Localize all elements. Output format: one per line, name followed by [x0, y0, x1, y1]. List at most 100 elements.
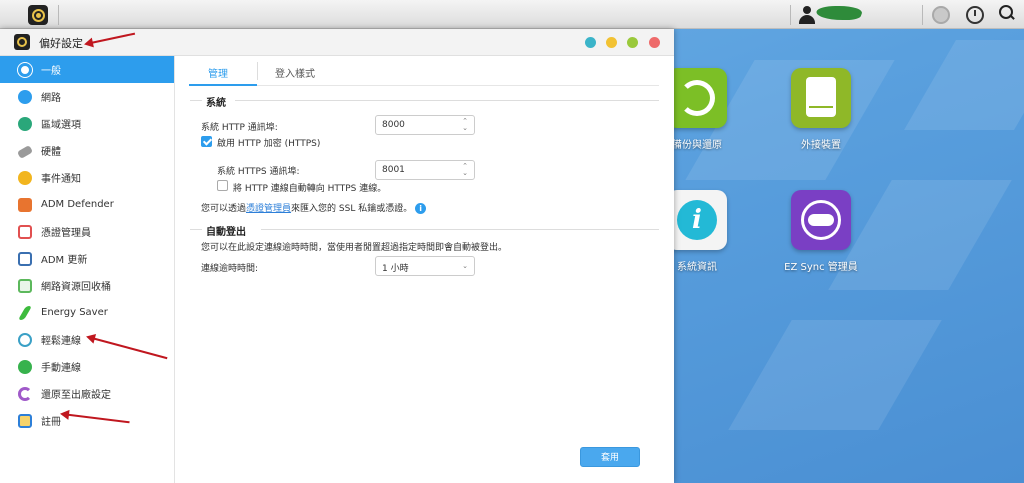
- window-title: 偏好設定: [39, 37, 83, 50]
- auto-logout-description: 您可以在此設定連線逾時時間，當使用者閒置超過指定時間即會自動被登出。: [201, 243, 508, 253]
- taskbar-divider: [790, 5, 791, 25]
- https-port-value: 8001: [382, 165, 405, 175]
- enable-https-label: 啟用 HTTP 加密 (HTTPS): [217, 139, 321, 149]
- sidebar-item-factory-reset[interactable]: 還原至出廠設定: [0, 380, 174, 407]
- general-icon: [18, 62, 32, 77]
- apply-button[interactable]: 套用: [580, 447, 640, 467]
- sidebar-item-label: 網路資源回收桶: [41, 282, 111, 293]
- ez-sync-icon: [791, 190, 851, 250]
- taskbar-divider: [922, 5, 923, 25]
- tab-divider: [257, 62, 258, 80]
- preferences-app-icon[interactable]: [28, 5, 48, 25]
- sidebar-item-label: 區域選項: [41, 120, 81, 131]
- restore-icon: [18, 386, 32, 401]
- manual-connect-icon: [18, 359, 32, 374]
- timeout-label: 連線逾時時間:: [201, 264, 259, 274]
- sidebar-item-registration[interactable]: 註冊: [0, 407, 174, 434]
- section-divider: [190, 229, 202, 230]
- taskbar-divider: [58, 5, 59, 25]
- sidebar-item-label: 手動連線: [41, 363, 81, 374]
- region-icon: [18, 116, 32, 131]
- http-port-value: 8000: [382, 120, 405, 130]
- sidebar: 一般 網路 區域選項 硬體 事件通知 ADM Defender 憑證管理員 AD…: [0, 56, 175, 483]
- sidebar-item-certificate-manager[interactable]: 憑證管理員: [0, 218, 174, 245]
- http-port-stepper[interactable]: 8000 ⌃ ⌄: [375, 115, 475, 135]
- energy-icon: [17, 305, 33, 320]
- redacted-username: [813, 6, 865, 20]
- sidebar-item-label: ADM 更新: [41, 255, 88, 266]
- enable-https-checkbox[interactable]: [201, 136, 212, 147]
- http-port-label: 系統 HTTP 通訊埠:: [201, 123, 278, 133]
- alert-icon: [18, 170, 32, 185]
- timeout-value: 1 小時: [382, 264, 409, 274]
- section-divider: [190, 100, 202, 101]
- sidebar-item-hardware[interactable]: 硬體: [0, 137, 174, 164]
- redirect-https-checkbox[interactable]: [217, 180, 228, 191]
- section-divider: [261, 229, 659, 230]
- chevron-down-icon: ⌄: [462, 262, 468, 270]
- external-device-icon: [791, 68, 851, 128]
- preferences-window: 偏好設定 一般 網路 區域選項 硬體 事件通知 ADM Defender 憑證管…: [0, 29, 674, 483]
- info-icon[interactable]: i: [415, 203, 427, 214]
- sidebar-item-network[interactable]: 網路: [0, 83, 174, 110]
- globe-icon: [18, 89, 32, 104]
- sidebar-item-label: 還原至出廠設定: [41, 390, 111, 401]
- backup-restore-icon: [667, 68, 727, 128]
- sidebar-item-label: 硬體: [41, 147, 61, 158]
- tab-bar: 管理 登入樣式: [189, 56, 659, 86]
- auto-logout-section-title: 自動登出: [206, 227, 246, 238]
- close-button[interactable]: [649, 37, 660, 48]
- desktop-icon-external-device[interactable]: 外接裝置: [776, 68, 866, 151]
- sidebar-item-manual-connect[interactable]: 手動連線: [0, 353, 174, 380]
- sidebar-item-region[interactable]: 區域選項: [0, 110, 174, 137]
- desktop-background-tile: [904, 40, 1024, 130]
- minimize-button[interactable]: [585, 37, 596, 48]
- sidebar-item-general[interactable]: 一般: [0, 56, 174, 83]
- restore-button[interactable]: [606, 37, 617, 48]
- defender-icon: [18, 197, 32, 212]
- sidebar-item-label: ADM Defender: [41, 199, 114, 210]
- desktop-icon-label: EZ Sync 管理員: [784, 262, 858, 273]
- tab-login-style[interactable]: 登入樣式: [275, 65, 315, 80]
- cloud-connect-icon: [18, 332, 32, 347]
- sidebar-item-label: 註冊: [41, 417, 61, 428]
- desktop-background-tile: [728, 320, 942, 430]
- dashboard-icon[interactable]: [966, 6, 984, 24]
- sidebar-item-recycle-bin[interactable]: 網路資源回收桶: [0, 272, 174, 299]
- timeout-select[interactable]: 1 小時 ⌄: [375, 256, 475, 276]
- sidebar-item-adm-update[interactable]: ADM 更新: [0, 245, 174, 272]
- spinner-arrows-icon[interactable]: ⌃ ⌄: [462, 163, 468, 177]
- ssl-note-prefix: 您可以透過: [201, 204, 247, 214]
- taskbar: [0, 0, 1024, 29]
- system-section-title: 系統: [206, 98, 226, 109]
- https-port-label: 系統 HTTPS 通訊埠:: [217, 167, 300, 177]
- user-icon[interactable]: [798, 6, 816, 24]
- sidebar-item-energy-saver[interactable]: Energy Saver: [0, 299, 174, 326]
- update-icon: [18, 251, 32, 266]
- maximize-button[interactable]: [627, 37, 638, 48]
- window-titlebar[interactable]: 偏好設定: [0, 29, 674, 56]
- hardware-icon: [16, 145, 34, 159]
- sidebar-item-label: 輕鬆連線: [41, 336, 81, 347]
- https-port-stepper[interactable]: 8001 ⌃ ⌄: [375, 160, 475, 180]
- section-divider: [235, 100, 659, 101]
- tab-management[interactable]: 管理: [208, 65, 228, 80]
- spinner-arrows-icon[interactable]: ⌃ ⌄: [462, 118, 468, 132]
- system-info-icon: i: [667, 190, 727, 250]
- sidebar-item-adm-defender[interactable]: ADM Defender: [0, 191, 174, 218]
- desktop-icon-label: 外接裝置: [801, 140, 841, 151]
- ssl-note: 您可以透過憑證管理員來匯入您的 SSL 私鑰或憑證。 i: [201, 201, 427, 214]
- notification-icon[interactable]: [932, 6, 950, 24]
- sidebar-item-label: 憑證管理員: [41, 228, 91, 239]
- sidebar-item-label: Energy Saver: [41, 307, 108, 318]
- certificate-manager-link[interactable]: 憑證管理員: [246, 204, 291, 214]
- ssl-note-suffix: 來匯入您的 SSL 私鑰或憑證。: [291, 204, 413, 214]
- search-icon[interactable]: [999, 5, 1015, 21]
- preferences-app-icon: [14, 34, 30, 50]
- sidebar-item-label: 網路: [41, 93, 61, 104]
- sidebar-item-notification[interactable]: 事件通知: [0, 164, 174, 191]
- main-content: 管理 登入樣式 系統 系統 HTTP 通訊埠: 8000 ⌃ ⌄ 啟用 HTTP …: [175, 56, 674, 483]
- desktop-icon-ez-sync[interactable]: EZ Sync 管理員: [776, 190, 866, 273]
- redirect-https-label: 將 HTTP 連線自動轉向 HTTPS 連線。: [233, 184, 387, 194]
- sidebar-item-label: 事件通知: [41, 174, 81, 185]
